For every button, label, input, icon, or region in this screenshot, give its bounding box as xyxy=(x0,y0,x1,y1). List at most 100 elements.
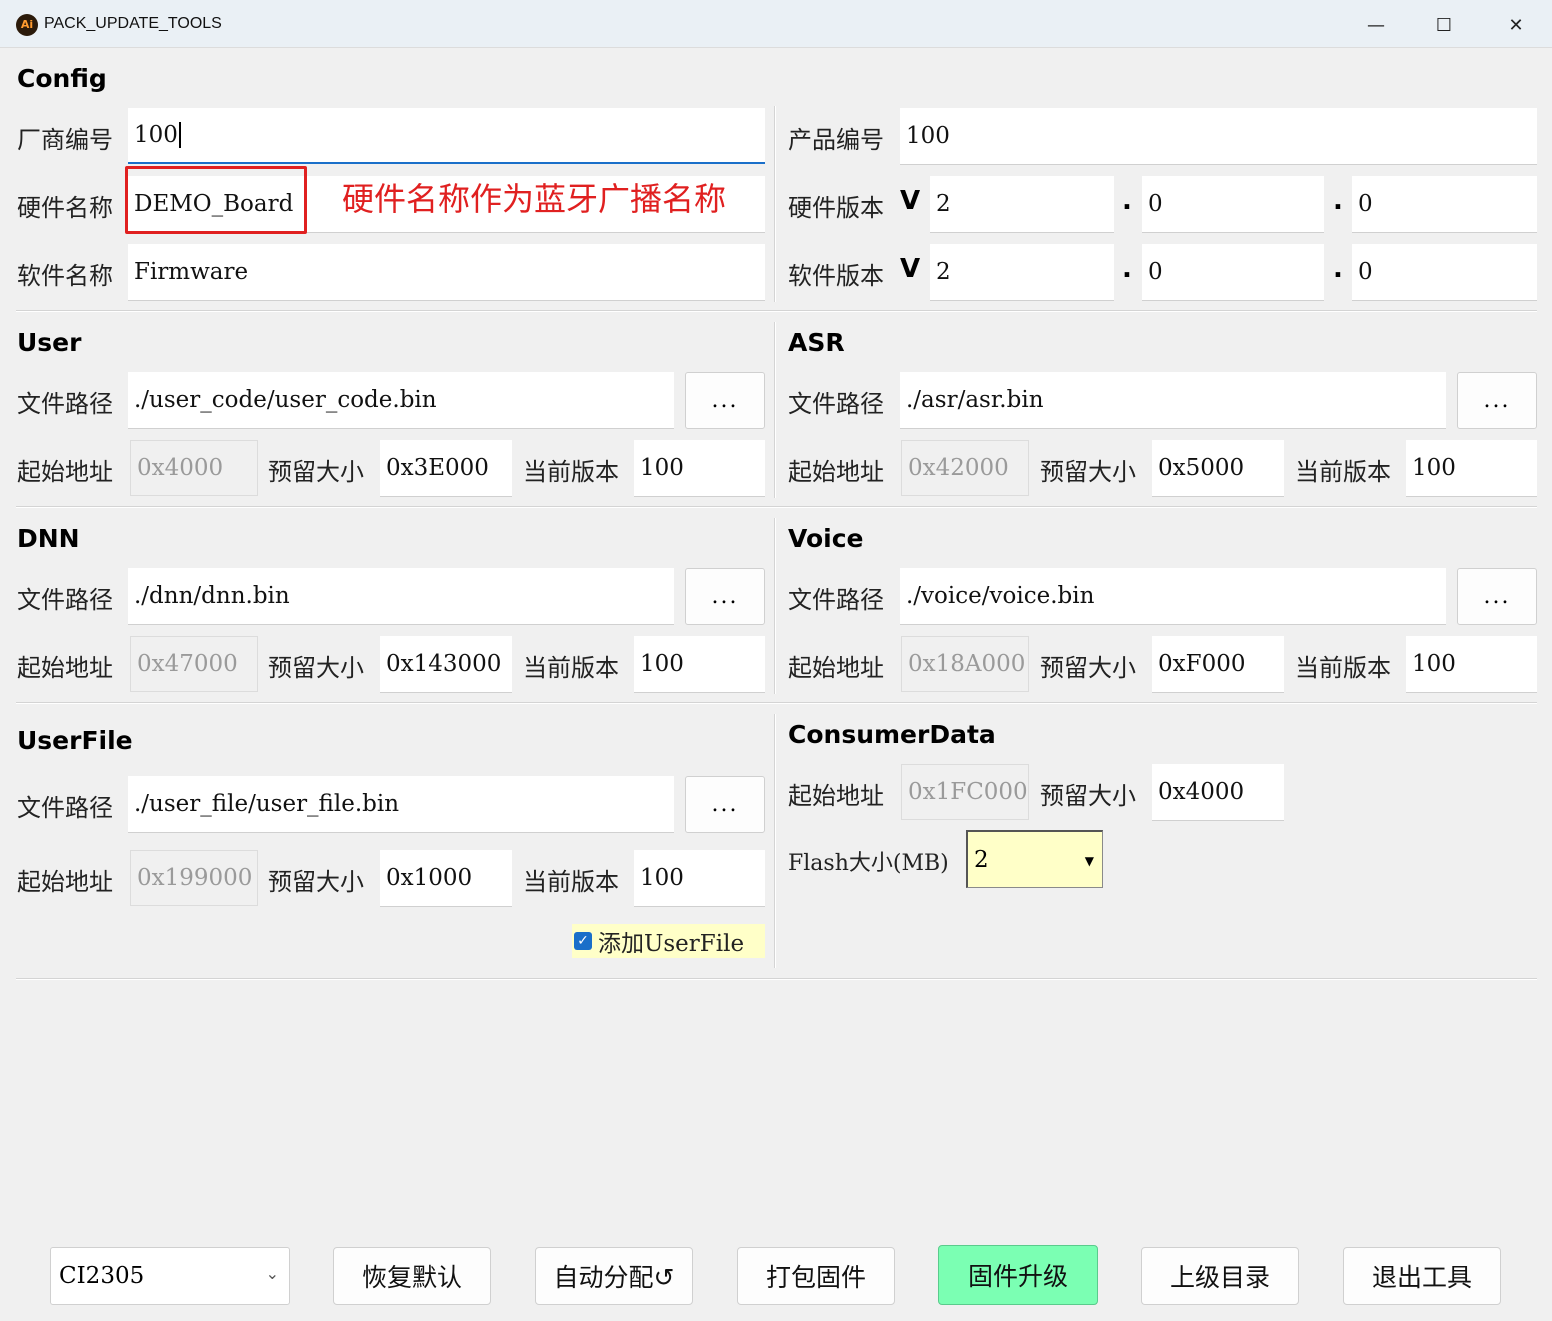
userfile-start-input: 0x199000 xyxy=(130,850,258,906)
voice-version-input[interactable]: 100 xyxy=(1406,636,1537,693)
userfile-reserve-input[interactable]: 0x1000 xyxy=(380,850,512,907)
close-button[interactable]: ✕ xyxy=(1488,8,1544,42)
consumer-reserve-input[interactable]: 0x4000 xyxy=(1152,764,1284,821)
user-path-input[interactable]: ./user_code/user_code.bin xyxy=(128,372,674,429)
config-heading: Config xyxy=(17,64,107,93)
sw-version-label: 软件版本 xyxy=(788,262,884,290)
product-label: 产品编号 xyxy=(788,126,884,154)
dnn-start-label: 起始地址 xyxy=(17,654,113,682)
window-title: PACK_UPDATE_TOOLS xyxy=(44,15,222,32)
divider xyxy=(16,978,1537,980)
product-input[interactable]: 100 xyxy=(900,108,1537,165)
dropdown-arrow-icon: ▼ xyxy=(1084,854,1094,868)
sw-version-v: V xyxy=(900,254,921,284)
sw-version-major[interactable]: 2 xyxy=(930,244,1114,301)
userfile-path-input[interactable]: ./user_file/user_file.bin xyxy=(128,776,674,833)
maximize-button[interactable]: ☐ xyxy=(1416,8,1472,42)
consumer-reserve-label: 预留大小 xyxy=(1040,782,1136,810)
flash-size-label: Flash大小(MB) xyxy=(788,851,949,876)
user-start-label: 起始地址 xyxy=(17,458,113,486)
dnn-reserve-label: 预留大小 xyxy=(268,654,364,682)
section-divider xyxy=(774,322,776,498)
asr-start-input: 0x42000 xyxy=(901,440,1029,496)
sw-version-patch[interactable]: 0 xyxy=(1352,244,1537,301)
annotation-box xyxy=(125,166,307,234)
user-heading: User xyxy=(17,328,82,357)
chevron-down-icon: ⌄ xyxy=(265,1264,279,1283)
asr-reserve-input[interactable]: 0x5000 xyxy=(1152,440,1284,497)
sw-name-input[interactable]: Firmware xyxy=(128,244,765,301)
chip-select-value: CI2305 xyxy=(59,1263,145,1289)
asr-browse-button[interactable]: ... xyxy=(1457,372,1537,429)
hw-version-patch[interactable]: 0 xyxy=(1352,176,1537,233)
chip-select[interactable]: CI2305 ⌄ xyxy=(50,1247,290,1305)
divider xyxy=(16,506,1537,508)
add-userfile-checkbox[interactable]: ✓ 添加UserFile xyxy=(572,924,765,958)
user-version-input[interactable]: 100 xyxy=(634,440,765,497)
hw-version-dot-2: . xyxy=(1333,186,1343,216)
dnn-version-input[interactable]: 100 xyxy=(634,636,765,693)
upgrade-firmware-button[interactable]: 固件升级 xyxy=(938,1245,1098,1305)
dnn-start-input: 0x47000 xyxy=(130,636,258,692)
user-version-label: 当前版本 xyxy=(523,458,619,486)
vendor-label: 厂商编号 xyxy=(17,126,113,154)
userfile-path-label: 文件路径 xyxy=(17,794,113,822)
hw-version-dot-1: . xyxy=(1122,186,1132,216)
asr-version-label: 当前版本 xyxy=(1295,458,1391,486)
asr-version-input[interactable]: 100 xyxy=(1406,440,1537,497)
asr-reserve-label: 预留大小 xyxy=(1040,458,1136,486)
sw-version-minor[interactable]: 0 xyxy=(1142,244,1324,301)
voice-start-label: 起始地址 xyxy=(788,654,884,682)
annotation-text: 硬件名称作为蓝牙广播名称 xyxy=(342,180,727,218)
userfile-version-label: 当前版本 xyxy=(523,868,619,896)
hw-version-minor[interactable]: 0 xyxy=(1142,176,1324,233)
voice-version-label: 当前版本 xyxy=(1295,654,1391,682)
parent-directory-button[interactable]: 上级目录 xyxy=(1141,1247,1299,1305)
hw-name-label: 硬件名称 xyxy=(17,194,113,222)
section-divider xyxy=(774,518,776,694)
hw-version-label: 硬件版本 xyxy=(788,194,884,222)
dnn-path-label: 文件路径 xyxy=(17,586,113,614)
userfile-reserve-label: 预留大小 xyxy=(268,868,364,896)
dnn-heading: DNN xyxy=(17,524,80,553)
config-divider xyxy=(774,106,776,302)
voice-start-input: 0x18A000 xyxy=(901,636,1029,692)
flash-size-select[interactable]: 2 ▼ xyxy=(966,830,1103,888)
app-icon: Ai xyxy=(16,14,38,36)
user-browse-button[interactable]: ... xyxy=(685,372,765,429)
dnn-browse-button[interactable]: ... xyxy=(685,568,765,625)
title-bar[interactable]: Ai PACK_UPDATE_TOOLS — ☐ ✕ xyxy=(0,0,1552,48)
user-start-input: 0x4000 xyxy=(130,440,258,496)
hw-version-v: V xyxy=(900,186,921,216)
asr-path-input[interactable]: ./asr/asr.bin xyxy=(900,372,1446,429)
voice-path-label: 文件路径 xyxy=(788,586,884,614)
checkmark-icon: ✓ xyxy=(574,932,592,950)
userfile-version-input[interactable]: 100 xyxy=(634,850,765,907)
user-reserve-input[interactable]: 0x3E000 xyxy=(380,440,512,497)
flash-size-value: 2 xyxy=(974,846,989,873)
voice-reserve-label: 预留大小 xyxy=(1040,654,1136,682)
pack-firmware-button[interactable]: 打包固件 xyxy=(737,1247,895,1305)
sw-version-dot-1: . xyxy=(1122,254,1132,284)
sw-version-dot-2: . xyxy=(1333,254,1343,284)
sw-name-label: 软件名称 xyxy=(17,262,113,290)
userfile-browse-button[interactable]: ... xyxy=(685,776,765,833)
minimize-button[interactable]: — xyxy=(1348,8,1404,42)
dnn-path-input[interactable]: ./dnn/dnn.bin xyxy=(128,568,674,625)
hw-version-major[interactable]: 2 xyxy=(930,176,1114,233)
voice-browse-button[interactable]: ... xyxy=(1457,568,1537,625)
user-path-label: 文件路径 xyxy=(17,390,113,418)
voice-heading: Voice xyxy=(788,524,864,553)
auto-allocate-button[interactable]: 自动分配↺ xyxy=(535,1247,693,1305)
asr-start-label: 起始地址 xyxy=(788,458,884,486)
asr-heading: ASR xyxy=(788,328,845,357)
section-divider xyxy=(774,714,776,968)
dnn-reserve-input[interactable]: 0x143000 xyxy=(380,636,512,693)
exit-tool-button[interactable]: 退出工具 xyxy=(1343,1247,1501,1305)
voice-path-input[interactable]: ./voice/voice.bin xyxy=(900,568,1446,625)
divider xyxy=(16,310,1537,312)
vendor-input[interactable]: 100 xyxy=(128,108,765,164)
restore-default-button[interactable]: 恢复默认 xyxy=(333,1247,491,1305)
voice-reserve-input[interactable]: 0xF000 xyxy=(1152,636,1284,693)
userfile-start-label: 起始地址 xyxy=(17,868,113,896)
